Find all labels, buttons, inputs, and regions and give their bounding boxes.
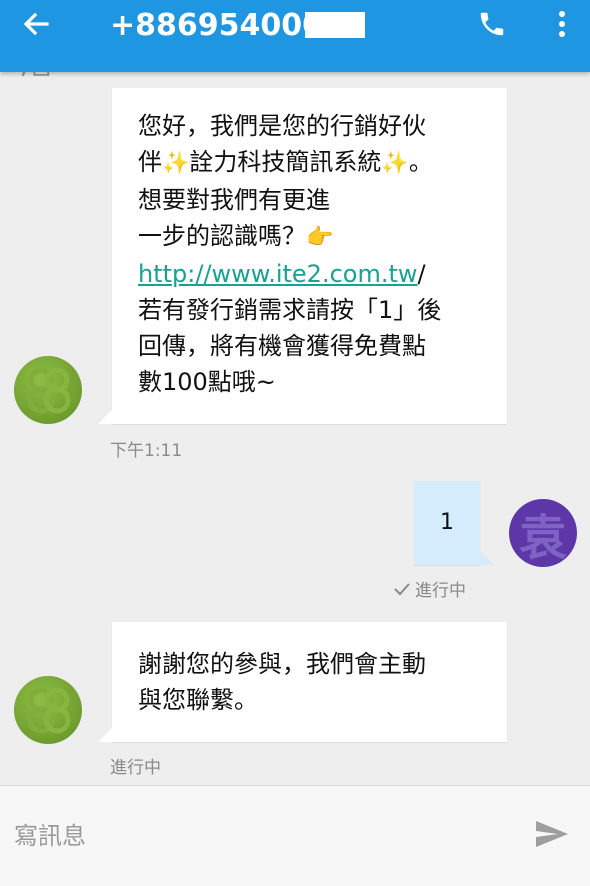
- status-text: 進行中: [415, 581, 466, 601]
- message-input[interactable]: [14, 816, 494, 856]
- message-text: 。: [408, 148, 433, 176]
- sender-logo-icon: [27, 367, 71, 414]
- message-line: 謝謝您的參與，我們會主動: [138, 650, 426, 678]
- message-text: 1: [440, 510, 454, 535]
- avatar-initial: 袁: [518, 510, 567, 566]
- sender-avatar[interactable]: [14, 676, 82, 744]
- check-icon: [393, 580, 411, 598]
- sparkles-icon: ✨: [162, 151, 190, 176]
- user-avatar[interactable]: 袁: [509, 499, 577, 567]
- more-vert-icon: [557, 9, 567, 43]
- arrow-left-icon: [21, 9, 51, 43]
- message-text: 詮力科技簡訊系統: [189, 148, 382, 176]
- message-line: 與您聯繫。: [138, 686, 258, 714]
- bubble-tail: [98, 410, 112, 424]
- send-icon: [534, 819, 570, 853]
- sender-avatar[interactable]: [14, 356, 82, 424]
- message-bubble-incoming[interactable]: 謝謝您的參與，我們會主動 與您聯繫。: [112, 622, 507, 742]
- conversation-title: +886954000: [110, 8, 324, 43]
- message-text: 一步的認識嗎？: [138, 222, 306, 250]
- message-line: 回傳，將有機會獲得免費點: [138, 332, 426, 360]
- app-bar: +886954000: [0, 0, 590, 72]
- bubble-tail: [480, 551, 494, 565]
- more-options-button[interactable]: [540, 6, 584, 46]
- message-timestamp: 下午1:11: [110, 441, 183, 461]
- message-bubble-incoming[interactable]: 您好，我們是您的行銷好伙 伴✨詮力科技簡訊系統✨。 想要對我們有更進 一步的認識…: [112, 88, 507, 424]
- message-line: 想要對我們有更進: [138, 186, 330, 214]
- message-status: 進行中: [393, 576, 466, 601]
- call-button[interactable]: [470, 6, 514, 46]
- compose-bar: [0, 785, 590, 886]
- message-bubble-outgoing[interactable]: 1: [414, 481, 480, 565]
- website-link[interactable]: http://www.ite2.com.tw: [138, 260, 418, 288]
- message-line: 伴✨詮力科技簡訊系統✨。: [138, 144, 487, 182]
- message-text: 伴: [138, 148, 162, 176]
- bubble-tail: [98, 728, 112, 742]
- message-line: 若有發行銷需求請按「1」後: [138, 296, 442, 324]
- sparkles-icon: ✨: [381, 151, 409, 176]
- message-status: 進行中: [110, 758, 161, 778]
- message-line: 您好，我們是您的行銷好伙: [138, 112, 426, 140]
- message-line: http://www.ite2.com.tw/: [138, 256, 487, 292]
- redaction-block: [305, 12, 365, 38]
- message-line: 一步的認識嗎？👉: [138, 218, 487, 256]
- send-button[interactable]: [530, 816, 574, 856]
- back-button[interactable]: [14, 6, 58, 46]
- sender-logo-icon: [27, 687, 71, 734]
- message-line: 數100點哦~: [138, 368, 276, 396]
- phone-icon: [477, 9, 507, 43]
- message-text: /: [417, 260, 426, 288]
- pointing-hand-icon: 👉: [306, 225, 334, 250]
